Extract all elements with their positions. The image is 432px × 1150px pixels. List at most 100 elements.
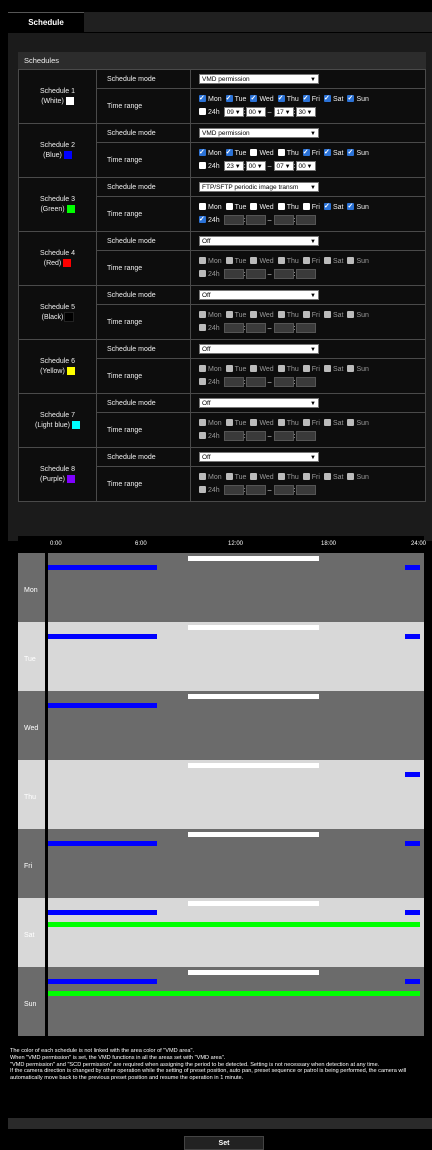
- schedule-6-start-minute-select[interactable]: [245, 377, 266, 388]
- schedule-3-day-sun[interactable]: Sun: [347, 200, 369, 214]
- schedule-7-day-sun[interactable]: Sun: [347, 417, 369, 430]
- schedule-5-day-sat[interactable]: Sat: [323, 309, 343, 322]
- schedule-2-day-thu[interactable]: Thu: [277, 147, 299, 160]
- schedule-1-day-mon[interactable]: Mon: [199, 92, 222, 106]
- schedule-4-end-minute-select[interactable]: [295, 269, 316, 280]
- schedule-6-24h-checkbox[interactable]: 24h: [199, 376, 220, 389]
- schedule-1-day-sat[interactable]: Sat: [323, 92, 343, 106]
- schedule-1-start-minute-select[interactable]: 00 ▼: [245, 107, 266, 118]
- schedule-8-day-sat[interactable]: Sat: [323, 471, 343, 484]
- schedule-6-day-wed[interactable]: Wed: [250, 363, 274, 376]
- schedule-8-start-minute-select[interactable]: [245, 485, 266, 496]
- schedule-1-day-wed[interactable]: Wed: [250, 92, 274, 106]
- schedule-7-24h-checkbox[interactable]: 24h: [199, 430, 220, 443]
- schedule-3-end-minute-select[interactable]: [295, 215, 316, 226]
- schedule-8-day-mon[interactable]: Mon: [199, 471, 222, 484]
- schedule-4-start-hour-select[interactable]: [223, 269, 244, 280]
- schedule-4-mode-select[interactable]: Off ▼: [199, 236, 319, 246]
- schedule-6-day-mon[interactable]: Mon: [199, 363, 222, 376]
- schedule-2-day-sat[interactable]: Sat: [323, 146, 343, 160]
- schedule-2-day-wed[interactable]: Wed: [250, 147, 274, 160]
- schedule-7-end-minute-select[interactable]: [295, 431, 316, 442]
- schedule-2-end-minute-select[interactable]: 00 ▼: [295, 161, 316, 172]
- schedule-5-day-wed[interactable]: Wed: [250, 309, 274, 322]
- schedule-3-24h-checkbox[interactable]: 24h: [199, 213, 220, 227]
- schedule-6-start-hour-select[interactable]: [223, 377, 244, 388]
- schedule-6-mode-select[interactable]: Off ▼: [199, 344, 319, 354]
- schedule-7-day-tue[interactable]: Tue: [225, 417, 246, 430]
- schedule-3-day-wed[interactable]: Wed: [250, 201, 274, 214]
- schedule-7-mode-select[interactable]: Off ▼: [199, 398, 319, 408]
- schedule-7-start-minute-select[interactable]: [245, 431, 266, 442]
- schedule-2-day-fri[interactable]: Fri: [302, 146, 320, 160]
- schedule-8-24h-checkbox[interactable]: 24h: [199, 484, 220, 497]
- schedule-7-day-thu[interactable]: Thu: [277, 417, 299, 430]
- schedule-5-start-hour-select[interactable]: [223, 323, 244, 334]
- schedule-7-day-mon[interactable]: Mon: [199, 417, 222, 430]
- tab-schedule[interactable]: Schedule: [8, 12, 84, 33]
- schedule-5-end-hour-select[interactable]: [273, 323, 294, 334]
- schedule-7-day-sat[interactable]: Sat: [323, 417, 343, 430]
- schedule-1-day-thu[interactable]: Thu: [277, 92, 299, 106]
- schedule-6-day-tue[interactable]: Tue: [225, 363, 246, 376]
- schedule-5-mode-select[interactable]: Off ▼: [199, 290, 319, 300]
- schedule-6-day-sun[interactable]: Sun: [347, 363, 369, 376]
- schedule-8-day-sun[interactable]: Sun: [347, 471, 369, 484]
- schedule-2-mode-select[interactable]: VMD permission ▼: [199, 128, 319, 138]
- schedule-7-start-hour-select[interactable]: [223, 431, 244, 442]
- schedule-3-day-sat[interactable]: Sat: [323, 200, 343, 214]
- schedule-4-day-sat[interactable]: Sat: [323, 255, 343, 268]
- schedule-6-day-fri[interactable]: Fri: [302, 363, 320, 376]
- schedule-1-start-hour-select[interactable]: 09 ▼: [223, 107, 244, 118]
- schedule-7-end-hour-select[interactable]: [273, 431, 294, 442]
- schedule-2-start-hour-select[interactable]: 23 ▼: [223, 161, 244, 172]
- schedule-1-24h-checkbox[interactable]: 24h: [199, 106, 220, 119]
- schedule-1-mode-select[interactable]: VMD permission ▼: [199, 74, 319, 84]
- schedule-6-day-sat[interactable]: Sat: [323, 363, 343, 376]
- schedule-2-day-mon[interactable]: Mon: [199, 146, 222, 160]
- schedule-4-day-thu[interactable]: Thu: [277, 255, 299, 268]
- schedule-3-start-minute-select[interactable]: [245, 215, 266, 226]
- schedule-1-day-tue[interactable]: Tue: [225, 92, 246, 106]
- schedule-8-end-minute-select[interactable]: [295, 485, 316, 496]
- schedule-1-end-minute-select[interactable]: 30 ▼: [295, 107, 316, 118]
- schedule-5-day-tue[interactable]: Tue: [225, 309, 246, 322]
- schedule-6-end-hour-select[interactable]: [273, 377, 294, 388]
- schedule-2-24h-checkbox[interactable]: 24h: [199, 160, 220, 173]
- schedule-7-day-fri[interactable]: Fri: [302, 417, 320, 430]
- schedule-5-end-minute-select[interactable]: [295, 323, 316, 334]
- schedule-1-end-hour-select[interactable]: 17 ▼: [273, 107, 294, 118]
- schedule-5-day-fri[interactable]: Fri: [302, 309, 320, 322]
- schedule-6-end-minute-select[interactable]: [295, 377, 316, 388]
- schedule-3-day-thu[interactable]: Thu: [277, 201, 299, 214]
- schedule-5-day-thu[interactable]: Thu: [277, 309, 299, 322]
- schedule-8-start-hour-select[interactable]: [223, 485, 244, 496]
- schedule-1-day-sun[interactable]: Sun: [347, 92, 369, 106]
- set-button[interactable]: Set: [184, 1136, 264, 1150]
- schedule-4-start-minute-select[interactable]: [245, 269, 266, 280]
- schedule-4-day-fri[interactable]: Fri: [302, 255, 320, 268]
- schedule-2-start-minute-select[interactable]: 00 ▼: [245, 161, 266, 172]
- schedule-5-start-minute-select[interactable]: [245, 323, 266, 334]
- schedule-3-start-hour-select[interactable]: [223, 215, 244, 226]
- schedule-5-day-sun[interactable]: Sun: [347, 309, 369, 322]
- schedule-5-24h-checkbox[interactable]: 24h: [199, 322, 220, 335]
- schedule-4-24h-checkbox[interactable]: 24h: [199, 268, 220, 281]
- schedule-8-day-wed[interactable]: Wed: [250, 471, 274, 484]
- schedule-3-mode-select[interactable]: FTP/SFTP periodic image transm ▼: [199, 182, 319, 192]
- schedule-4-day-mon[interactable]: Mon: [199, 255, 222, 268]
- schedule-3-day-fri[interactable]: Fri: [302, 201, 320, 214]
- schedule-8-end-hour-select[interactable]: [273, 485, 294, 496]
- schedule-5-day-mon[interactable]: Mon: [199, 309, 222, 322]
- schedule-8-day-fri[interactable]: Fri: [302, 471, 320, 484]
- schedule-4-day-sun[interactable]: Sun: [347, 255, 369, 268]
- schedule-1-day-fri[interactable]: Fri: [302, 92, 320, 106]
- schedule-8-day-tue[interactable]: Tue: [225, 471, 246, 484]
- schedule-2-day-tue[interactable]: Tue: [225, 146, 246, 160]
- schedule-8-mode-select[interactable]: Off ▼: [199, 452, 319, 462]
- schedule-8-day-thu[interactable]: Thu: [277, 471, 299, 484]
- schedule-2-end-hour-select[interactable]: 07 ▼: [273, 161, 294, 172]
- schedule-4-end-hour-select[interactable]: [273, 269, 294, 280]
- schedule-4-day-wed[interactable]: Wed: [250, 255, 274, 268]
- schedule-4-day-tue[interactable]: Tue: [225, 255, 246, 268]
